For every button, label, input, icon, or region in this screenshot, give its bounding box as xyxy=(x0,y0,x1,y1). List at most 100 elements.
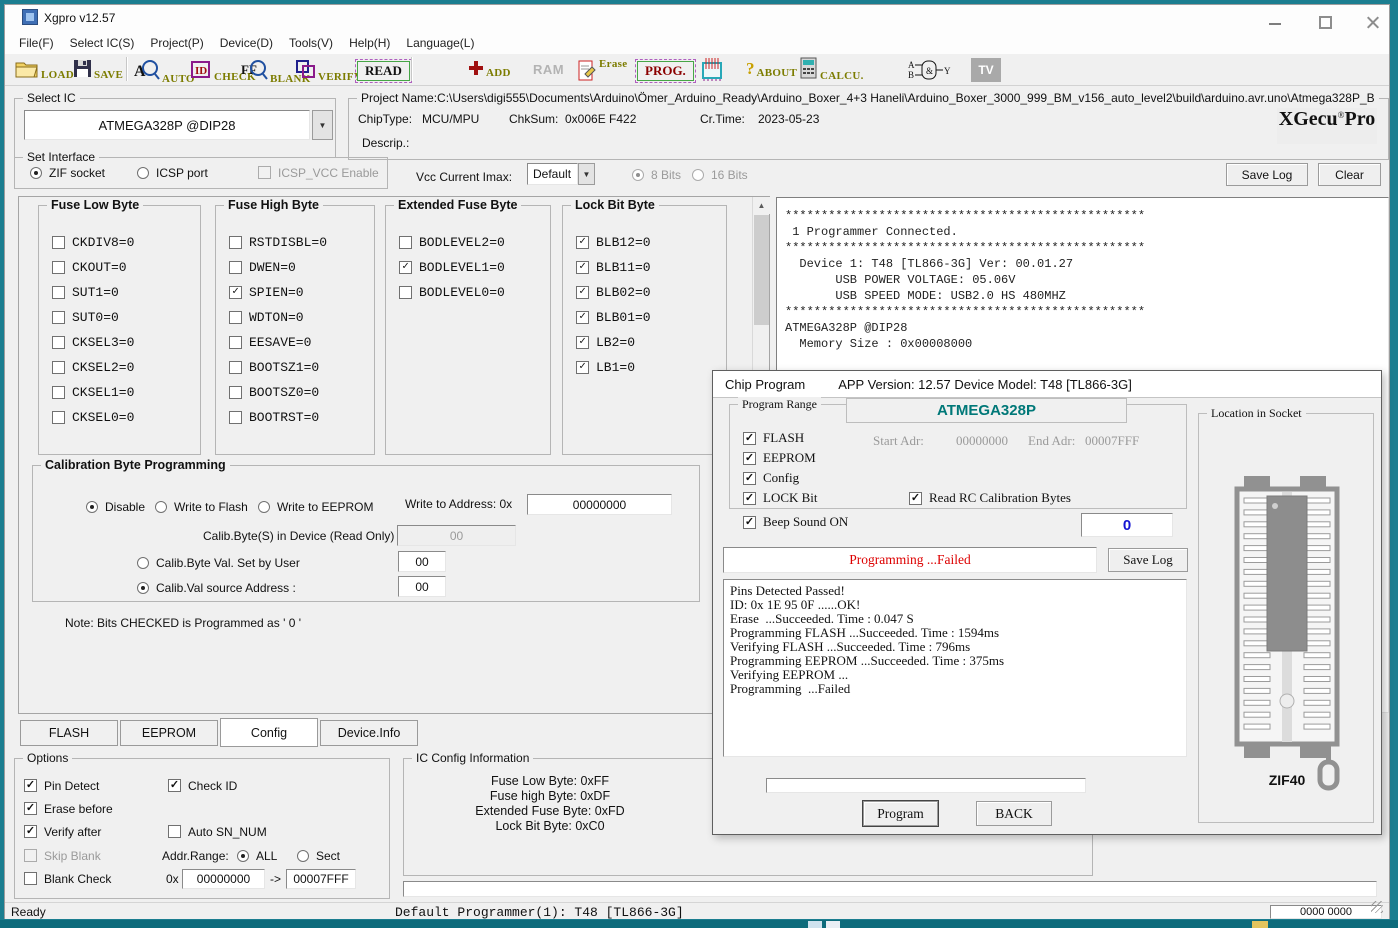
checkbox-box[interactable]: ✓ xyxy=(229,286,242,299)
radio-write-to-flash[interactable]: Write to Flash xyxy=(155,494,248,519)
checkbox-box[interactable]: ✓ xyxy=(24,802,37,815)
menu-item-project-p[interactable]: Project(P) xyxy=(142,33,211,53)
checkbox-auto-sn-num[interactable]: Auto SN_NUM xyxy=(168,819,267,844)
tab-config[interactable]: Config xyxy=(220,718,318,747)
radio-dot[interactable] xyxy=(155,501,167,513)
checkbox-box[interactable] xyxy=(52,236,65,249)
vcc-imax-dropdown-button[interactable] xyxy=(578,163,595,185)
radio-addr-sect[interactable]: Sect xyxy=(297,843,340,868)
checkbox-box[interactable] xyxy=(229,361,242,374)
checkbox-bootsz1-0[interactable]: BOOTSZ1=0 xyxy=(229,355,327,380)
radio-calib-byte-user[interactable]: Calib.Byte Val. Set by User xyxy=(137,550,300,575)
checkbox-cksel1-0[interactable]: CKSEL1=0 xyxy=(52,380,134,405)
checkbox-lb2-0[interactable]: ✓LB2=0 xyxy=(576,330,651,355)
checkbox-lock-bit[interactable]: ✓LOCK Bit xyxy=(743,488,818,508)
checkbox-box[interactable]: ✓ xyxy=(743,432,756,445)
checkbox-box[interactable] xyxy=(52,286,65,299)
ic-combobox[interactable]: ATMEGA328P @DIP28 xyxy=(24,110,310,140)
erase-button[interactable]: Erase xyxy=(578,58,627,84)
radio-dot[interactable] xyxy=(258,501,270,513)
checkbox-box[interactable]: ✓ xyxy=(168,779,181,792)
write-address-input[interactable]: 00000000 xyxy=(527,494,672,515)
checkbox-bootrst-0[interactable]: BOOTRST=0 xyxy=(229,405,327,430)
about-button[interactable]: ? ABOUT xyxy=(746,59,797,79)
checkbox-box[interactable] xyxy=(399,236,412,249)
checkbox-box[interactable]: ✓ xyxy=(743,492,756,505)
radio-dot[interactable] xyxy=(297,850,309,862)
dialog-save-log-button[interactable]: Save Log xyxy=(1108,548,1188,572)
calib-byte-user-input[interactable]: 00 xyxy=(398,551,446,572)
checkbox-blb02-0[interactable]: ✓BLB02=0 xyxy=(576,280,651,305)
checkbox-box[interactable]: ✓ xyxy=(743,452,756,465)
range-from-input[interactable]: 00000000 xyxy=(182,869,265,889)
checkbox-box[interactable]: ✓ xyxy=(909,492,922,505)
menu-item-language-l[interactable]: Language(L) xyxy=(398,33,482,53)
checkbox-bodlevel1-0[interactable]: ✓BODLEVEL1=0 xyxy=(399,255,505,280)
checkbox-cksel3-0[interactable]: CKSEL3=0 xyxy=(52,330,134,355)
checkbox-box[interactable]: ✓ xyxy=(576,336,589,349)
checkbox-box[interactable] xyxy=(52,411,65,424)
radio-dot[interactable] xyxy=(137,582,149,594)
tab-device-info[interactable]: Device.Info xyxy=(320,720,418,746)
checkbox-box[interactable]: ✓ xyxy=(24,779,37,792)
ic-combobox-dropdown-button[interactable] xyxy=(312,110,333,140)
checkbox-verify-after[interactable]: ✓Verify after xyxy=(24,819,101,844)
checkbox-dwen-0[interactable]: DWEN=0 xyxy=(229,255,327,280)
checkbox-bodlevel2-0[interactable]: BODLEVEL2=0 xyxy=(399,230,505,255)
calib-source-address-input[interactable]: 00 xyxy=(398,576,446,597)
checkbox-flash[interactable]: ✓FLASH xyxy=(743,428,818,448)
auto-button[interactable]: A AUTO xyxy=(133,58,195,85)
checkbox-erase-before[interactable]: ✓Erase before xyxy=(24,796,113,821)
menu-item-device-d[interactable]: Device(D) xyxy=(212,33,281,53)
clear-button[interactable]: Clear xyxy=(1318,163,1381,186)
checkbox-box[interactable]: ✓ xyxy=(743,516,756,529)
checkbox-blank-check[interactable]: Blank Check xyxy=(24,866,111,891)
checkbox-bootsz0-0[interactable]: BOOTSZ0=0 xyxy=(229,380,327,405)
dialog-titlebar[interactable]: Chip Program APP Version: 12.57 Device M… xyxy=(713,371,1381,398)
read-button[interactable]: READ xyxy=(355,59,412,83)
checkbox-box[interactable] xyxy=(52,261,65,274)
radio-dot[interactable] xyxy=(237,850,249,862)
load-button[interactable]: LOAD xyxy=(15,59,74,81)
scroll-thumb[interactable] xyxy=(754,215,769,325)
calcu-button[interactable]: CALCU. xyxy=(800,57,864,82)
radio-dot[interactable] xyxy=(30,167,42,179)
prog-button[interactable]: PROG. xyxy=(635,59,696,83)
checkbox-box[interactable]: ✓ xyxy=(576,261,589,274)
checkbox-blb11-0[interactable]: ✓BLB11=0 xyxy=(576,255,651,280)
verify-button[interactable]: VERIFY xyxy=(295,59,362,83)
checkbox-box[interactable] xyxy=(229,386,242,399)
checkbox-check-id[interactable]: ✓Check ID xyxy=(168,773,237,798)
checkbox-lb1-0[interactable]: ✓LB1=0 xyxy=(576,355,651,380)
checkbox-box[interactable]: ✓ xyxy=(576,236,589,249)
checkbox-wdton-0[interactable]: WDTON=0 xyxy=(229,305,327,330)
radio-icsp-port[interactable]: ICSP port xyxy=(137,160,208,185)
checkbox-box[interactable]: ✓ xyxy=(24,825,37,838)
program-button[interactable]: Program xyxy=(863,801,938,826)
add-button[interactable]: ADD xyxy=(468,60,511,79)
radio-zif-socket[interactable]: ZIF socket xyxy=(30,160,105,185)
checkbox-box[interactable]: ✓ xyxy=(576,361,589,374)
radio-addr-all[interactable]: ALL xyxy=(237,843,277,868)
checkbox-box[interactable] xyxy=(229,236,242,249)
checkbox-beep-sound[interactable]: ✓Beep Sound ON xyxy=(743,514,848,530)
checkbox-rstdisbl-0[interactable]: RSTDISBL=0 xyxy=(229,230,327,255)
checkbox-box[interactable] xyxy=(52,336,65,349)
dialog-log-box[interactable]: Pins Detected Passed!ID: 0x 1E 95 0F ...… xyxy=(723,579,1187,757)
checkbox-config[interactable]: ✓Config xyxy=(743,468,818,488)
menu-item-help-h[interactable]: Help(H) xyxy=(341,33,398,53)
checkbox-cksel2-0[interactable]: CKSEL2=0 xyxy=(52,355,134,380)
checkbox-box[interactable] xyxy=(52,311,65,324)
radio-calibration-disable[interactable]: Disable xyxy=(86,494,145,519)
checkbox-ckout-0[interactable]: CKOUT=0 xyxy=(52,255,134,280)
checkbox-box[interactable]: ✓ xyxy=(399,261,412,274)
vcc-imax-select[interactable]: Default xyxy=(527,163,578,185)
checkbox-blb12-0[interactable]: ✓BLB12=0 xyxy=(576,230,651,255)
menu-item-tools-v[interactable]: Tools(V) xyxy=(281,33,341,53)
menu-item-select-ic-s[interactable]: Select IC(S) xyxy=(62,33,143,53)
radio-dot[interactable] xyxy=(137,167,149,179)
resize-grip[interactable] xyxy=(1371,901,1383,913)
logic-gate-button[interactable]: A B & Y xyxy=(908,59,952,84)
checkbox-ckdiv8-0[interactable]: CKDIV8=0 xyxy=(52,230,134,255)
chip-icon-button[interactable] xyxy=(698,57,726,86)
